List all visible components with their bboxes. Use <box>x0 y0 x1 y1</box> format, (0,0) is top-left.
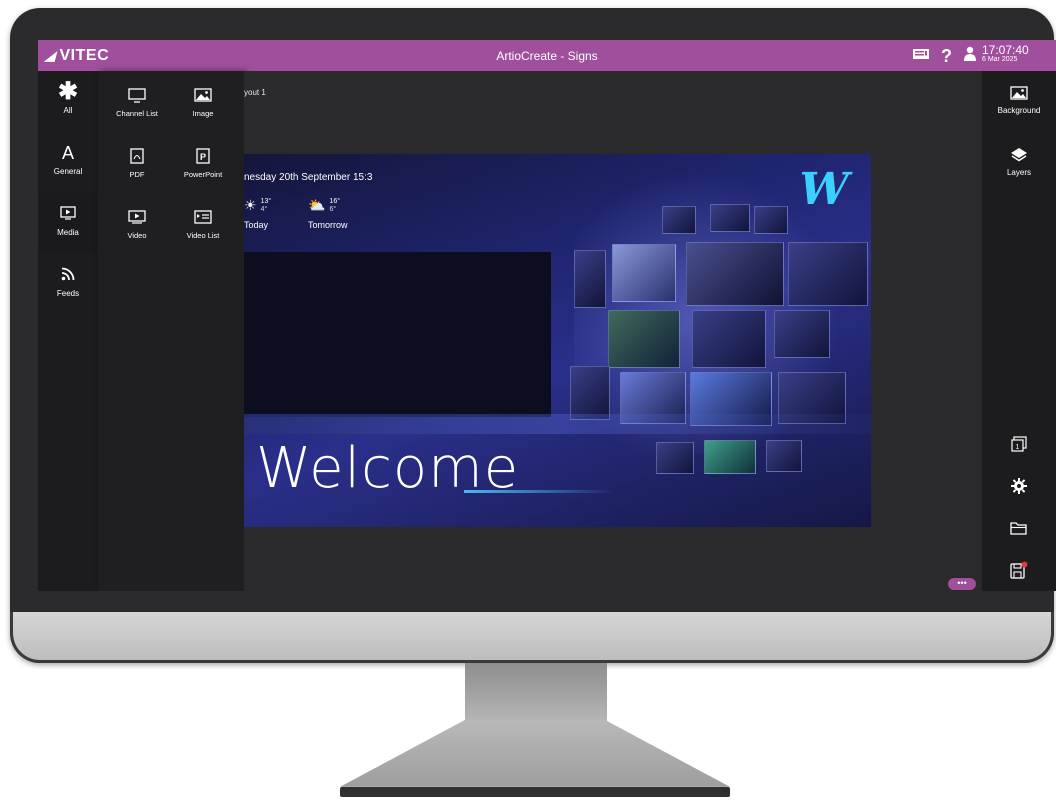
rail-item-feeds[interactable]: Feeds <box>38 254 98 315</box>
rail-item-general[interactable]: A General <box>38 132 98 193</box>
accent-band <box>244 414 871 434</box>
media-tile <box>570 366 610 420</box>
image-icon <box>982 83 1056 103</box>
pdf-icon <box>102 146 172 166</box>
title-bar: ◢ VITEC ArtioCreate - Signs ? 17:07:40 6… <box>38 40 1056 71</box>
palette-item-label: Video List <box>186 231 220 240</box>
video-icon <box>102 207 172 227</box>
media-icon <box>38 204 98 226</box>
open-folder-button[interactable] <box>982 518 1056 538</box>
media-tile <box>788 242 868 306</box>
clock-time: 17:07:40 <box>982 43 1029 57</box>
save-icon <box>982 560 1056 580</box>
rail-item-label: Layers <box>1006 168 1031 177</box>
monitor-stand <box>340 720 730 787</box>
user-icon[interactable] <box>964 46 976 66</box>
save-button[interactable] <box>982 560 1056 580</box>
palette-item-label: Video <box>127 231 147 240</box>
palette-item-label: Image <box>192 109 214 118</box>
palette-item-pdf[interactable]: PDF <box>102 132 172 182</box>
rail-item-label: Background <box>997 106 1041 115</box>
monitor-neck <box>465 663 607 721</box>
partly-cloudy-icon: ⛅ <box>308 197 326 213</box>
clock: 17:07:40 6 Mar 2025 <box>982 43 1046 63</box>
palette-item-label: Channel List <box>116 109 158 118</box>
rss-icon <box>38 265 98 287</box>
svg-text:1: 1 <box>1016 444 1020 451</box>
layers-button[interactable]: Layers <box>982 145 1056 177</box>
media-tile <box>686 242 784 306</box>
element-palette: Channel List Image PDF P PowerPoint Vide… <box>98 71 244 591</box>
properties-rail: Background Layers 1 <box>982 71 1056 591</box>
palette-item-label: PowerPoint <box>183 170 223 179</box>
rail-item-label: All <box>63 106 73 115</box>
workspace: yout 1 W nesday 20th September 15:3 ☀ 13… <box>244 71 982 591</box>
video-list-icon <box>168 207 238 227</box>
weather-day: Today <box>244 220 269 230</box>
page-number-button[interactable]: 1 <box>982 434 1056 454</box>
titlebar-icons: ? <box>913 46 976 66</box>
palette-item-video-list[interactable]: Video List <box>168 193 238 243</box>
monitor-foot <box>340 787 730 797</box>
folder-icon <box>982 518 1056 538</box>
weather-tomorrow: ⛅ 16° 6° Tomorrow <box>308 198 348 230</box>
weather-low: 6° <box>329 206 337 213</box>
background-button[interactable]: Background <box>982 83 1056 115</box>
media-tile <box>692 310 766 368</box>
weather-low: 4° <box>260 206 268 213</box>
svg-text:P: P <box>200 152 206 162</box>
media-tile <box>608 310 680 368</box>
rail-item-label: Media <box>57 228 79 237</box>
media-tile <box>656 442 694 474</box>
media-tile <box>754 206 788 234</box>
palette-item-label: PDF <box>129 170 145 179</box>
canvas-date-text: nesday 20th September 15:3 <box>244 172 373 183</box>
settings-button[interactable] <box>982 476 1056 496</box>
page-number-icon: 1 <box>982 434 1056 454</box>
powerpoint-icon: P <box>168 146 238 166</box>
rail-item-label: Feeds <box>56 289 80 298</box>
palette-item-powerpoint[interactable]: P PowerPoint <box>168 132 238 182</box>
media-tile <box>574 250 606 308</box>
gear-icon <box>982 476 1056 496</box>
screen: ◢ VITEC ArtioCreate - Signs ? 17:07:40 6… <box>38 40 1056 591</box>
weather-high: 16° <box>329 198 341 205</box>
video-zone[interactable] <box>244 252 551 417</box>
clock-date: 6 Mar 2025 <box>982 56 1018 63</box>
rail-item-all[interactable]: ✱ All <box>38 71 98 132</box>
display-settings-icon[interactable] <box>913 47 929 65</box>
help-icon[interactable]: ? <box>941 47 952 65</box>
monitor-icon <box>102 85 172 105</box>
media-tile <box>662 206 696 234</box>
welcome-underline <box>464 490 614 493</box>
palette-item-channel-list[interactable]: Channel List <box>102 71 172 121</box>
more-options-button[interactable]: ••• <box>948 578 976 590</box>
weather-today: ☀ 13° 4° Today <box>244 198 271 230</box>
media-tile <box>774 310 830 358</box>
palette-item-image[interactable]: Image <box>168 71 238 121</box>
monitor-chin <box>10 612 1054 663</box>
sun-icon: ☀ <box>244 197 257 213</box>
design-canvas[interactable]: W nesday 20th September 15:3 ☀ 13° 4° To… <box>244 154 871 527</box>
rail-item-media[interactable]: Media <box>38 193 98 254</box>
asterisk-icon: ✱ <box>57 78 79 105</box>
rail-item-label: General <box>53 167 83 176</box>
media-tile <box>710 204 750 232</box>
palette-item-video[interactable]: Video <box>102 193 172 243</box>
weather-high: 13° <box>260 198 272 205</box>
app-title: ArtioCreate - Signs <box>496 49 598 63</box>
layout-name: yout 1 <box>244 88 266 97</box>
media-tile <box>612 244 676 302</box>
text-a-icon: A <box>61 143 74 163</box>
category-rail: ✱ All A General Media Feeds <box>38 71 98 591</box>
media-tile <box>766 440 802 472</box>
media-tile <box>704 440 756 474</box>
image-icon <box>168 85 238 105</box>
weather-day: Tomorrow <box>308 220 348 230</box>
layers-icon <box>982 145 1056 165</box>
